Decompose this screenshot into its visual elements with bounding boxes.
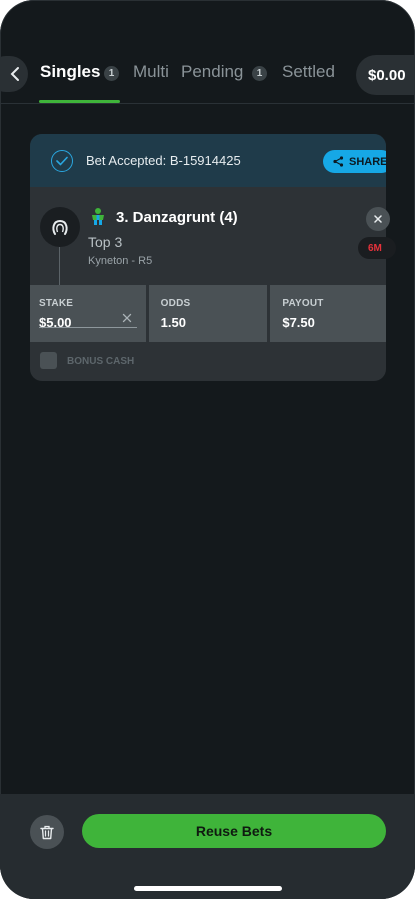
tab-pending-count-badge: 1 bbox=[252, 66, 267, 81]
stake-cell: STAKE $5.00 bbox=[30, 285, 146, 342]
active-tab-underline bbox=[39, 100, 120, 103]
delete-bets-button[interactable] bbox=[30, 815, 64, 849]
bottom-action-bar: Reuse Bets bbox=[0, 794, 415, 899]
remove-bet-button[interactable] bbox=[366, 207, 390, 231]
bonus-cash-label: BONUS CASH bbox=[67, 356, 135, 367]
bet-timeline-line bbox=[59, 247, 60, 285]
close-icon bbox=[374, 215, 382, 223]
odds-cell: ODDS 1.50 bbox=[148, 285, 268, 342]
share-icon bbox=[333, 156, 344, 167]
tab-singles-count-badge: 1 bbox=[104, 66, 119, 81]
race-name: Kyneton - R5 bbox=[88, 255, 153, 267]
home-indicator bbox=[134, 886, 282, 891]
chevron-left-icon bbox=[10, 67, 19, 81]
payout-value: $7.50 bbox=[282, 315, 315, 330]
horseshoe-icon bbox=[40, 207, 80, 247]
account-balance[interactable]: $0.00 bbox=[356, 55, 415, 95]
bet-accepted-header: Bet Accepted: B-15914425 SHARE bbox=[30, 134, 386, 187]
odds-label: ODDS bbox=[160, 298, 191, 309]
jockey-silk-icon bbox=[92, 208, 104, 225]
back-button[interactable] bbox=[0, 56, 28, 92]
race-time-badge: 6M bbox=[358, 237, 396, 259]
payout-cell: PAYOUT $7.50 bbox=[270, 285, 386, 342]
bonus-cash-checkbox[interactable] bbox=[40, 352, 57, 369]
phone-screen: Singles 1 Multi Pending 1 Settled $0.00 … bbox=[0, 0, 415, 899]
bet-type: Top 3 bbox=[88, 234, 123, 250]
reuse-bets-button[interactable]: Reuse Bets bbox=[82, 814, 386, 848]
share-button[interactable]: SHARE bbox=[323, 150, 386, 173]
tab-pending[interactable]: Pending bbox=[181, 62, 243, 82]
bet-accepted-text: Bet Accepted: B-15914425 bbox=[86, 153, 241, 168]
runner-name: 3. Danzagrunt (4) bbox=[116, 209, 238, 226]
tab-singles[interactable]: Singles bbox=[40, 62, 100, 82]
odds-value: 1.50 bbox=[160, 315, 186, 330]
betslip-tab-bar: Singles 1 Multi Pending 1 Settled $0.00 bbox=[0, 50, 415, 104]
stake-underline bbox=[39, 327, 137, 328]
clear-stake-icon[interactable] bbox=[122, 313, 132, 323]
trash-icon bbox=[40, 825, 54, 839]
share-label: SHARE bbox=[349, 155, 386, 168]
tab-settled[interactable]: Settled bbox=[282, 62, 335, 82]
tab-multi[interactable]: Multi bbox=[133, 62, 169, 82]
bet-values-row: STAKE $5.00 ODDS 1.50 PAYOUT $7.50 bbox=[30, 285, 386, 342]
check-circle-icon bbox=[51, 150, 73, 172]
bet-card: Bet Accepted: B-15914425 SHARE 3. Danzag… bbox=[30, 134, 386, 381]
payout-label: PAYOUT bbox=[282, 298, 324, 309]
stake-label: STAKE bbox=[39, 298, 74, 309]
